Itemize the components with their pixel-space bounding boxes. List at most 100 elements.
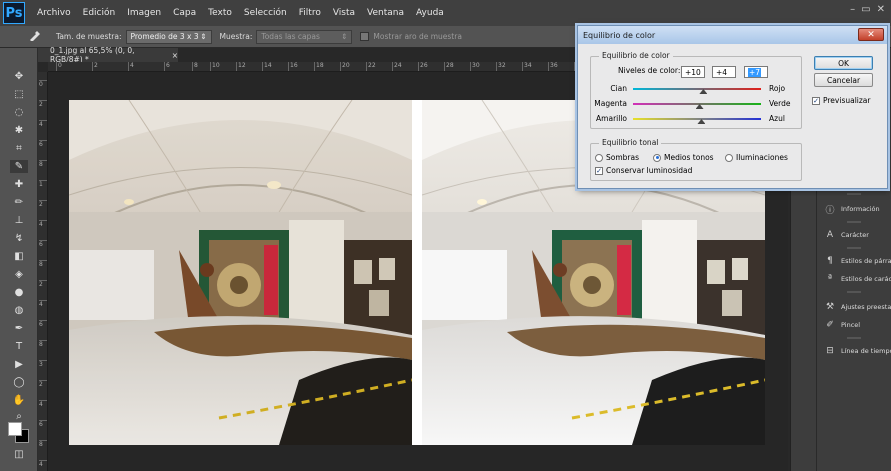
ruler-h-label: 0 [56,62,62,71]
menu-imagen[interactable]: Imagen [121,8,167,18]
yellow-blue-slider[interactable] [633,118,761,120]
quick-mask-icon[interactable]: ◫ [10,448,28,461]
panel-pincel[interactable]: ✐ Pincel [817,316,891,334]
yellow-blue-level-input[interactable]: +7 [744,66,768,78]
menu-capa[interactable]: Capa [167,8,202,18]
type-tool-icon[interactable]: T [10,340,28,353]
brush-tool-icon[interactable]: ✏ [10,196,28,209]
ruler-h-label: 36 [548,62,558,71]
sample-size-label: Tam. de muestra: [56,32,122,41]
ruler-h-label: 30 [470,62,480,71]
sample-label: Muestra: [219,32,253,41]
preserve-luminosity-checkbox[interactable]: ✓ Conservar luminosidad [595,166,692,175]
document-tab[interactable]: 0_1.jpg al 65,5% (0, 0, RGB/8#) * × [38,46,178,64]
menu-edicion[interactable]: Edición [77,8,122,18]
blur-tool-icon[interactable]: ● [10,286,28,299]
ruler-v-label: 8 [39,260,47,268]
panel-label: Ajustes preestablecidos [841,303,891,311]
blue-label: Azul [769,114,785,123]
panel-linea-tiempo[interactable]: ⊟ Línea de tiempo [817,342,891,360]
ruler-h-label: 16 [288,62,298,71]
menu-archivo[interactable]: Archivo [31,8,77,18]
panel-estilos-caracter[interactable]: ª Estilos de carácter [817,270,891,288]
dialog-close-button[interactable]: ✕ [858,28,884,41]
menu-ventana[interactable]: Ventana [361,8,410,18]
path-selection-tool-icon[interactable]: ▶ [10,358,28,371]
panel-ajustes-preestablecidos[interactable]: ⚒ Ajustes preestablecidos [817,298,891,316]
menu-seleccion[interactable]: Selección [238,8,293,18]
sample-value: Todas las capas [261,32,320,41]
dialog-titlebar[interactable]: Equilibrio de color ✕ [578,26,887,44]
panel-label: Estilos de párrafo [841,257,891,265]
eyedropper-tool-preset-icon[interactable] [28,29,42,44]
preview-checkbox[interactable]: ✓ Previsualizar [812,96,871,105]
highlights-radio[interactable]: Iluminaciones [725,153,788,162]
panel-estilos-parrafo[interactable]: ¶ Estilos de párrafo [817,252,891,270]
paint-bucket-tool-icon[interactable]: ◈ [10,268,28,281]
show-ring-checkbox[interactable] [360,32,370,41]
ruler-v-label: 2 [39,200,47,208]
ruler-v-label: 4 [39,300,47,308]
tone-balance-legend: Equilibrio tonal [599,138,662,147]
window-close-button[interactable]: ✕ [877,4,885,15]
panel-dock-strip [790,190,816,471]
menu-vista[interactable]: Vista [327,8,361,18]
sample-size-select[interactable]: Promedio de 3 x 3 ⇕ [125,29,212,44]
shadows-radio[interactable]: Sombras [595,153,639,162]
history-brush-tool-icon[interactable]: ↯ [10,232,28,245]
menu-bar: Ps Archivo Edición Imagen Capa Texto Sel… [0,0,891,26]
ruler-h-label: 26 [418,62,428,71]
ruler-h-label: 2 [92,62,98,71]
restore-button[interactable]: ▭ [861,4,870,15]
ruler-v-label: 4 [39,460,47,468]
radio-indicator [725,153,733,162]
magenta-green-slider[interactable] [633,103,761,105]
ruler-v-label: 4 [39,120,47,128]
cyan-red-level-input[interactable]: +10 [681,66,705,78]
clone-stamp-tool-icon[interactable]: ⊥ [10,214,28,227]
dodge-tool-icon[interactable]: ◍ [10,304,28,317]
midtones-label: Medios tonos [664,153,714,162]
eyedropper-tool-icon[interactable]: ✎ [10,160,28,173]
panel-separator [847,337,861,339]
magenta-label: Magenta [594,99,627,108]
show-ring-label: Mostrar aro de muestra [373,32,462,41]
ruler-h-label: 28 [444,62,454,71]
minimize-button[interactable]: – [850,4,855,15]
menu-ayuda[interactable]: Ayuda [410,8,450,18]
ruler-v-label: 8 [39,340,47,348]
cyan-red-slider[interactable] [633,88,761,90]
image-before[interactable] [69,100,412,445]
preview-label: Previsualizar [823,96,871,105]
sample-select[interactable]: Todas las capas ⇕ [256,29,353,44]
photoshop-logo: Ps [3,2,25,24]
checkmark-icon: ✓ [812,96,820,105]
menu-texto[interactable]: Texto [202,8,238,18]
menu-filtro[interactable]: Filtro [293,8,327,18]
hand-tool-icon[interactable]: ✋ [10,394,28,407]
window-controls: – ▭ ✕ [850,4,885,15]
select-arrows-icon: ⇕ [200,32,207,41]
foreground-color-swatch[interactable] [8,422,22,436]
pen-tool-icon[interactable]: ✒ [10,322,28,335]
quick-selection-tool-icon[interactable]: ✱ [10,124,28,137]
panel-dock: ⓘ Información A Carácter ¶ Estilos de pá… [816,190,891,471]
shape-tool-icon[interactable]: ◯ [10,376,28,389]
preserve-luminosity-label: Conservar luminosidad [606,166,693,175]
ruler-v-label: 6 [39,420,47,428]
crop-tool-icon[interactable]: ⌗ [10,142,28,155]
marquee-tool-icon[interactable]: ⬚ [10,88,28,101]
panel-caracter[interactable]: A Carácter [817,226,891,244]
midtones-radio[interactable]: Medios tonos [653,153,714,162]
ok-button[interactable]: OK [814,56,873,70]
cancel-button[interactable]: Cancelar [814,73,873,87]
eraser-tool-icon[interactable]: ◧ [10,250,28,263]
move-tool-icon[interactable]: ✥ [10,70,28,83]
lasso-tool-icon[interactable]: ◌ [10,106,28,119]
healing-brush-tool-icon[interactable]: ✚ [10,178,28,191]
ruler-v-label: 2 [39,380,47,388]
magenta-green-level-input[interactable]: +4 [712,66,736,78]
panel-label: Pincel [841,321,861,329]
close-tab-icon[interactable]: × [172,51,178,60]
panel-informacion[interactable]: ⓘ Información [817,200,891,218]
